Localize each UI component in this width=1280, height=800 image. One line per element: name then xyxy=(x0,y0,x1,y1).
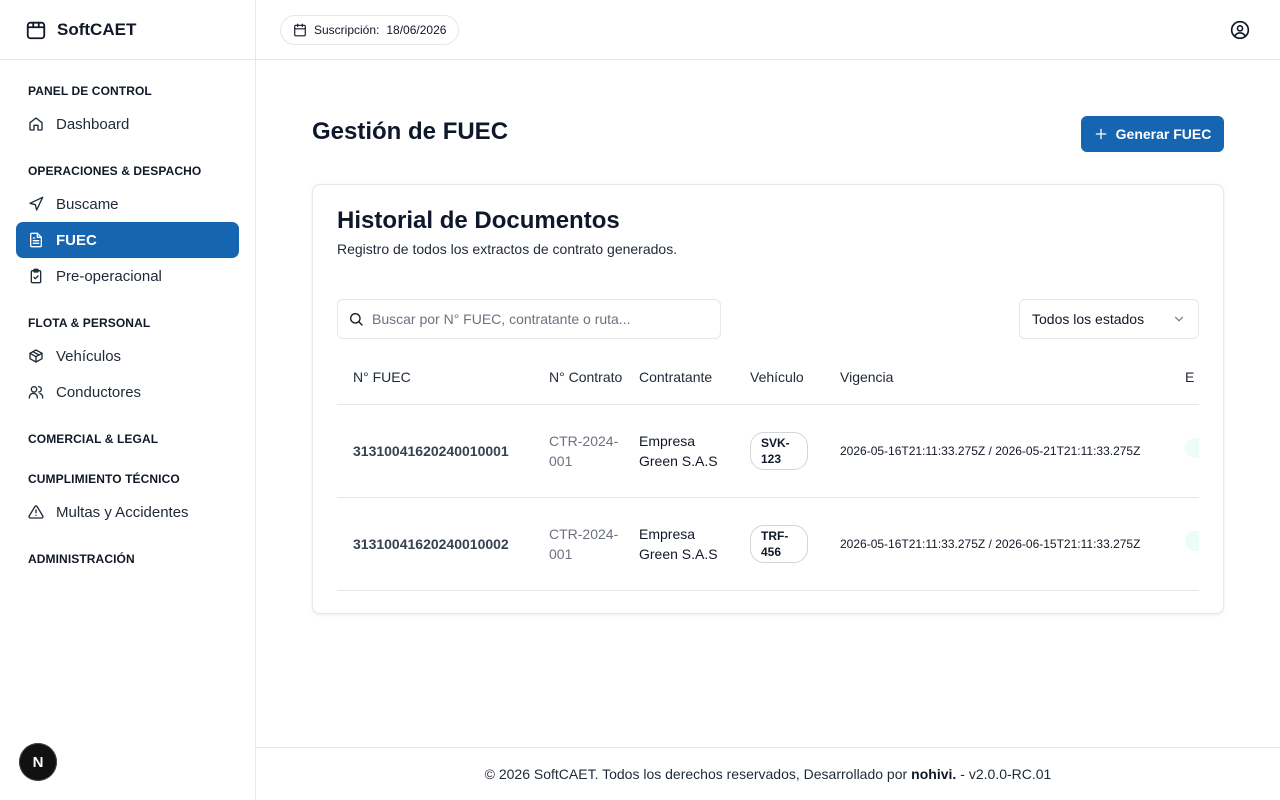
cell-fuec: 31310041620240010002 xyxy=(337,497,541,591)
cell-vigencia: 2026-05-16T21:11:33.275Z / 2026-05-21T21… xyxy=(832,404,1177,498)
generate-fuec-label: Generar FUEC xyxy=(1115,126,1212,142)
generate-fuec-button[interactable]: Generar FUEC xyxy=(1081,116,1224,152)
sidebar-item-pre-operacional[interactable]: Pre-operacional xyxy=(16,258,239,294)
navigation-icon xyxy=(29,196,44,211)
package-logo-icon xyxy=(26,21,46,39)
sidebar-item-buscame[interactable]: Buscame xyxy=(16,186,239,222)
sidebar-item-label: Vehículos xyxy=(56,347,122,365)
subscription-badge: Suscripción: 18/06/2026 xyxy=(280,14,460,45)
column-header-contratante[interactable]: Contratante xyxy=(631,351,742,405)
sidebar-item-label: Multas y Accidentes xyxy=(56,503,189,521)
avatar[interactable]: N xyxy=(19,743,57,781)
sidebar-item-label: FUEC xyxy=(56,231,97,249)
footer-author-link[interactable]: nohivi. xyxy=(911,766,956,782)
column-header-vehiculo[interactable]: Vehículo xyxy=(742,351,832,405)
nav-section-administracion[interactable]: ADMINISTRACIÓN xyxy=(16,552,239,566)
cell-contrato: CTR-2024-001 xyxy=(541,497,631,591)
cell-contrato: CTR-2024-001 xyxy=(541,404,631,498)
nav-section-flota: FLOTA & PERSONAL xyxy=(28,316,151,330)
plus-icon xyxy=(1095,128,1106,140)
search-input[interactable] xyxy=(372,311,702,327)
sidebar: SoftCAET PANEL DE CONTROL Dashboard OPER… xyxy=(0,0,256,800)
chevron-down-icon xyxy=(1174,316,1184,322)
nav-section-panel: PANEL DE CONTROL xyxy=(28,84,152,98)
status-badge xyxy=(1185,438,1199,458)
fuec-table-wrapper[interactable]: N° FUEC N° Contrato Contratante Vehículo… xyxy=(337,351,1199,613)
calendar-icon xyxy=(294,23,306,36)
footer-text: © 2026 SoftCAET. Todos los derechos rese… xyxy=(484,766,908,782)
column-header-estado[interactable]: E xyxy=(1177,351,1199,405)
table-row[interactable]: 31310041620240010002 CTR-2024-001 Empres… xyxy=(337,497,1199,591)
table-row[interactable]: 31310041620240010001 CTR-2024-001 Empres… xyxy=(337,404,1199,498)
vehicle-plate-badge: TRF-456 xyxy=(750,524,808,563)
document-icon xyxy=(30,232,42,248)
sidebar-item-fuec[interactable]: FUEC xyxy=(16,222,239,258)
vehicle-plate-badge: SVK-123 xyxy=(750,431,808,470)
sidebar-nav: PANEL DE CONTROL Dashboard OPERACIONES &… xyxy=(0,60,255,566)
sidebar-item-label: Dashboard xyxy=(56,115,130,133)
box-icon xyxy=(29,349,43,363)
sidebar-item-label: Pre-operacional xyxy=(56,267,162,285)
users-icon xyxy=(28,386,44,399)
cell-estado xyxy=(1177,497,1199,591)
nav-section-operaciones: OPERACIONES & DESPACHO xyxy=(28,164,202,178)
status-filter-select[interactable]: Todos los estados xyxy=(1019,299,1199,339)
brand-name: SoftCAET xyxy=(57,19,137,39)
cell-contratante: Empresa Green S.A.S xyxy=(631,404,742,498)
sidebar-item-label: Conductores xyxy=(56,383,142,401)
column-header-contrato[interactable]: N° Contrato xyxy=(541,351,631,405)
cell-contratante: Empresa Green S.A.S xyxy=(631,497,742,591)
card-subtitle: Registro de todos los extractos de contr… xyxy=(337,241,678,257)
user-account-icon[interactable] xyxy=(1230,20,1250,40)
clipboard-icon xyxy=(30,268,42,284)
top-bar: Suscripción: 18/06/2026 xyxy=(256,0,1280,60)
warning-icon xyxy=(28,505,44,519)
status-filter-value: Todos los estados xyxy=(1032,311,1145,327)
page-title: Gestión de FUEC xyxy=(312,118,509,145)
footer: © 2026 SoftCAET. Todos los derechos rese… xyxy=(256,747,1280,800)
column-header-fuec[interactable]: N° FUEC xyxy=(337,351,541,405)
search-box xyxy=(337,299,721,339)
sidebar-item-conductores[interactable]: Conductores xyxy=(16,374,239,410)
fuec-table: N° FUEC N° Contrato Contratante Vehículo… xyxy=(337,351,1199,591)
documents-card: Historial de Documentos Registro de todo… xyxy=(312,184,1224,614)
subscription-date: 18/06/2026 xyxy=(386,22,447,37)
cell-estado xyxy=(1177,404,1199,498)
card-title: Historial de Documentos xyxy=(337,207,620,234)
cell-vehiculo: TRF-456 xyxy=(742,497,832,591)
subscription-label: Suscripción: xyxy=(314,22,380,37)
brand[interactable]: SoftCAET xyxy=(0,0,255,60)
cell-vehiculo: SVK-123 xyxy=(742,404,832,498)
sidebar-item-multas[interactable]: Multas y Accidentes xyxy=(16,494,239,530)
cell-fuec: 31310041620240010001 xyxy=(337,404,541,498)
sidebar-item-dashboard[interactable]: Dashboard xyxy=(16,106,239,142)
sidebar-item-vehiculos[interactable]: Vehículos xyxy=(16,338,239,374)
nav-section-comercial: COMERCIAL & LEGAL xyxy=(28,432,159,446)
column-header-vigencia[interactable]: Vigencia xyxy=(832,351,1177,405)
footer-version: - v2.0.0-RC.01 xyxy=(960,766,1052,782)
nav-section-cumplimiento: CUMPLIMIENTO TÉCNICO xyxy=(28,472,180,486)
search-icon xyxy=(350,313,363,326)
status-badge xyxy=(1185,531,1199,551)
cell-vigencia: 2026-05-16T21:11:33.275Z / 2026-06-15T21… xyxy=(832,497,1177,591)
sidebar-item-label: Buscame xyxy=(56,195,119,213)
home-icon xyxy=(29,117,43,131)
table-header-row: N° FUEC N° Contrato Contratante Vehículo… xyxy=(337,351,1199,405)
